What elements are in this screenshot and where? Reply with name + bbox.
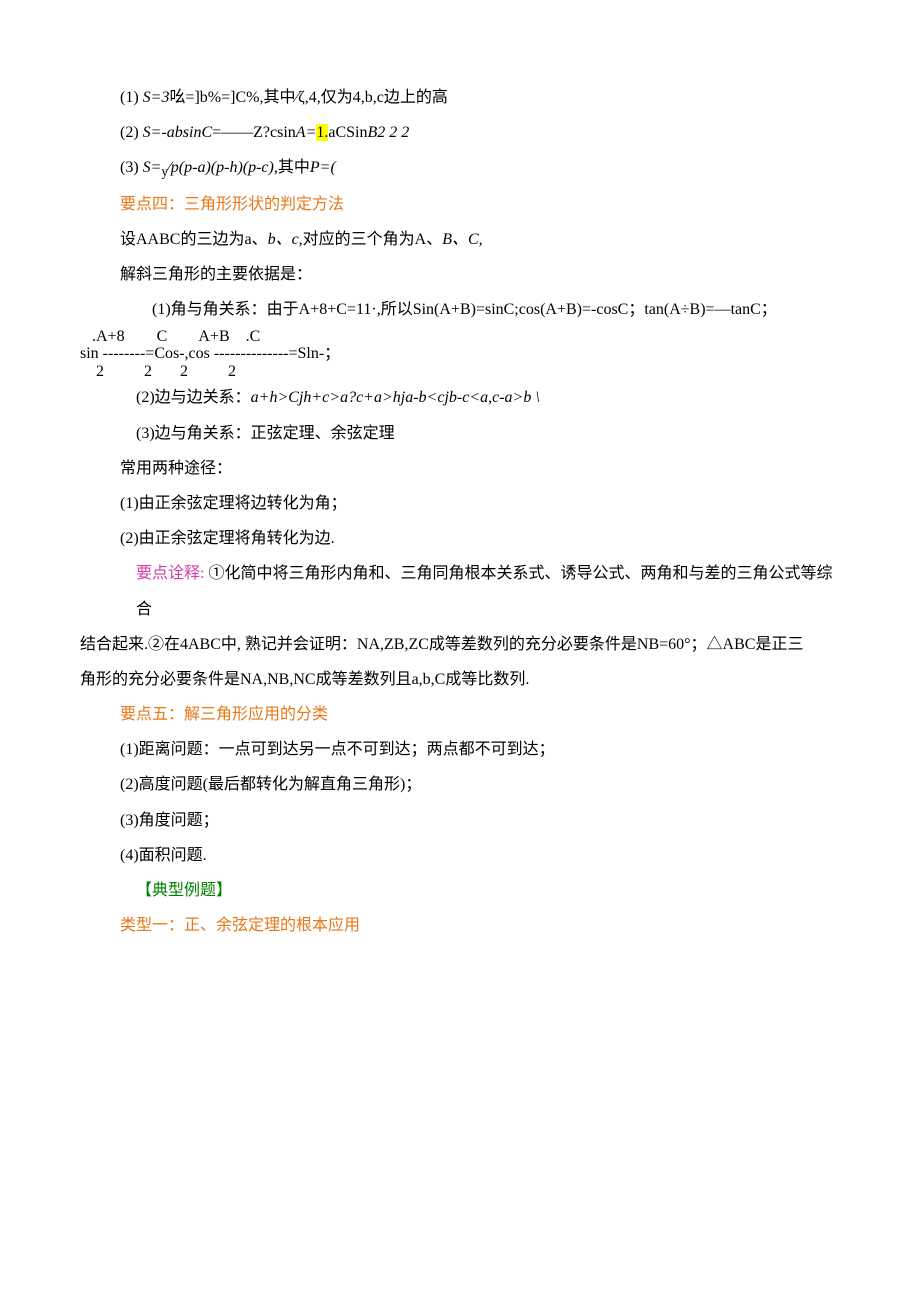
part-f: 2 2 — [385, 124, 409, 141]
frac-mid: sin --------=Cos-,cos --------------=Sln… — [80, 345, 340, 363]
prefix: (2)边与边关系： — [136, 389, 251, 406]
formula-area-3: (3) S=y∕p(p-a)(p-h)(p-c),其中P=( — [80, 150, 840, 187]
para-angle-relation: (1)角与角关系：由于A+8+C=11·,所以Sin(A+B)=sinC;cos… — [80, 292, 840, 327]
heading-type-1: 类型一：正、余弦定理的根本应用 — [80, 908, 840, 943]
para-note-3: 角形的充分必要条件是NA,NB,NC成等差数列且a,b,C成等比数列. — [80, 662, 840, 697]
tail: 吆=]b%=]C%,其中∕ζ,4,仅为4,b,c边上的高 — [169, 89, 447, 106]
body: a+h>Cjh+c>a?c+a>hja-b<cjb-c<a,c-a>b \ — [251, 389, 540, 406]
para-app-2: (2)高度问题(最后都转化为解直角三角形)； — [80, 767, 840, 802]
part-e: B2 — [368, 124, 386, 141]
part-b: =——Z?csin — [212, 124, 296, 141]
part-d: P=( — [310, 159, 336, 176]
heading-point-5: 要点五：解三角形应用的分类 — [80, 697, 840, 732]
part-b: ∕p(p-a)(p-h)(p-c), — [168, 159, 278, 176]
para-way-1: (1)由正余弦定理将边转化为角； — [80, 486, 840, 521]
para-note-1: 要点诠释: ①化简中将三角形内角和、三角同角根本关系式、诱导公式、两角和与差的三… — [80, 556, 840, 626]
formula-area-2: (2) S=-absinC=——Z?csinA=1.aCSinB2 2 2 — [80, 115, 840, 150]
para-triangle-sides: 设AABC的三边为a、b、c,对应的三个角为A、B、C, — [80, 222, 840, 257]
part-c: 其中 — [278, 159, 310, 176]
seg-b: b、c, — [268, 231, 303, 248]
para-app-3: (3)角度问题； — [80, 803, 840, 838]
part-c: A= — [296, 124, 317, 141]
formula-area-1: (1) S=3吆=]b%=]C%,其中∕ζ,4,仅为4,b,c边上的高 — [80, 80, 840, 115]
para-two-ways: 常用两种途径： — [80, 451, 840, 486]
seg-a: 设AABC的三边为a、 — [120, 231, 268, 248]
heading-point-4: 要点四：三角形形状的判定方法 — [80, 187, 840, 222]
para-note-2: 结合起来.②在4ABC中, 熟记并会证明：NA,ZB,ZC成等差数列的充分必要条… — [80, 627, 840, 662]
para-app-1: (1)距离问题：一点可到达另一点不可到达；两点都不可到达； — [80, 732, 840, 767]
para-basis: 解斜三角形的主要依据是： — [80, 257, 840, 292]
note-body: ①化简中将三角形内角和、三角同角根本关系式、诱导公式、两角和与差的三角公式等综合 — [136, 565, 832, 617]
frac-top: .A+8 C A+B .C — [80, 328, 340, 346]
para-side-relation: (2)边与边关系：a+h>Cjh+c>a?c+a>hja-b<cjb-c<a,c… — [80, 380, 840, 415]
para-side-angle-relation: (3)边与角关系：正弦定理、余弦定理 — [80, 416, 840, 451]
part-d: aCSin — [328, 124, 367, 141]
frac-bot: 2 2 2 2 — [80, 363, 340, 381]
note-label: 要点诠释: — [136, 565, 204, 582]
heading-examples: 【典型例题】 — [80, 873, 840, 908]
prefix: (2) — [120, 124, 143, 141]
part-a: S=-absinC — [143, 124, 212, 141]
seg-d: B、C, — [442, 231, 482, 248]
part-a: S= — [143, 159, 162, 176]
highlight-1: 1. — [316, 124, 328, 141]
para-way-2: (2)由正余弦定理将角转化为边. — [80, 521, 840, 556]
prefix: (1) — [120, 89, 143, 106]
para-app-4: (4)面积问题. — [80, 838, 840, 873]
prefix: (3) — [120, 159, 143, 176]
fraction-block: .A+8 C A+B .C sin --------=Cos-,cos ----… — [80, 328, 340, 381]
body: S=3 — [143, 89, 170, 106]
seg-c: 对应的三个角为A、 — [303, 231, 443, 248]
